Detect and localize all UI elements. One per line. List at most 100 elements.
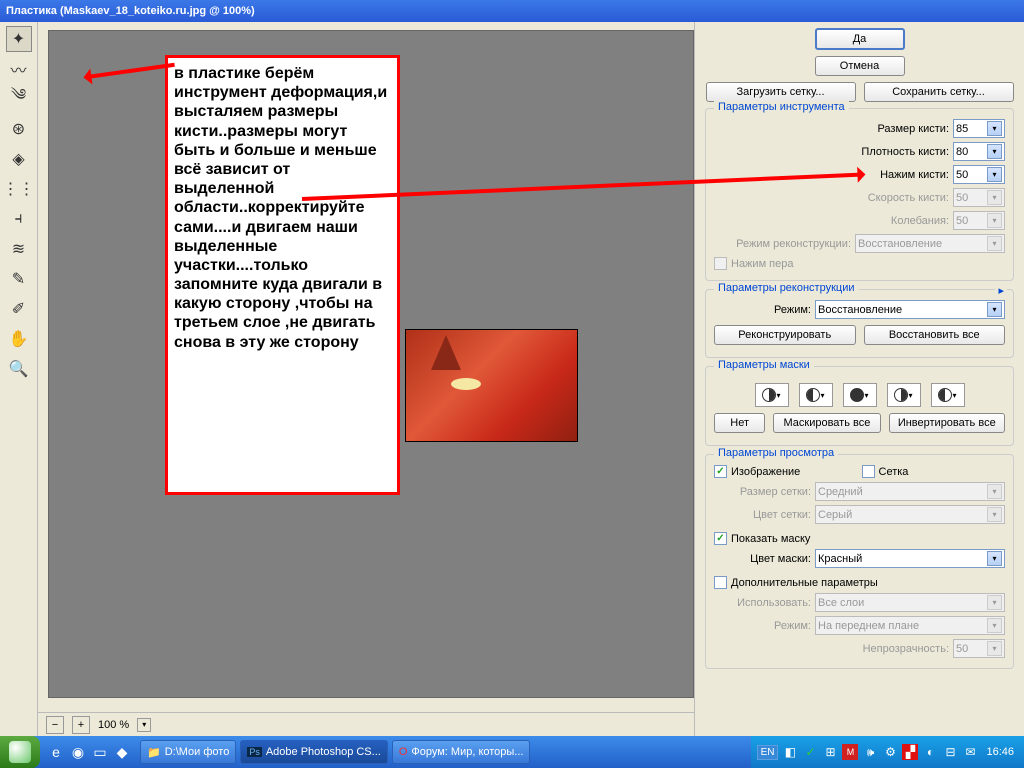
system-tray: EN ◧ ✓ ⊞ M 🕪 ⚙ ▞ ◐ ⊟ ✉ 16:46 [751, 736, 1024, 768]
tray-icon-6[interactable]: ◐ [922, 744, 938, 760]
start-button[interactable] [0, 736, 40, 768]
brush-size-combo[interactable]: 85▾ [953, 119, 1005, 138]
zoom-bar: − + 100 % ▾ [38, 712, 694, 736]
brush-density-combo[interactable]: 80▾ [953, 142, 1005, 161]
freeze-mask-tool[interactable]: ✎ [6, 266, 32, 292]
save-mesh-button[interactable]: Сохранить сетку... [864, 82, 1014, 102]
mask-none-button[interactable]: Нет [714, 413, 765, 433]
mask-color-combo[interactable]: Красный▾ [815, 549, 1005, 568]
mirror-tool[interactable]: ⫞ [6, 206, 32, 232]
additional-check[interactable] [714, 576, 727, 589]
annotation-text: в пластике берём инструмент деформация,и… [174, 64, 391, 352]
tray-icon-5[interactable]: ⚙ [882, 744, 898, 760]
zoom-tool[interactable]: 🔍 [6, 356, 32, 382]
app-icon[interactable]: ◆ [112, 740, 132, 764]
tray-icon-avira[interactable]: ▞ [902, 744, 918, 760]
brush-rate-label: Скорость кисти: [714, 192, 949, 204]
media-icon[interactable]: ◉ [68, 740, 88, 764]
zoom-value: 100 % [98, 719, 129, 731]
titlebar: Пластика (Maskaev_18_koteiko.ru.jpg @ 10… [0, 0, 1024, 22]
additional-label: Дополнительные параметры [731, 577, 1005, 589]
tool-options-group: Параметры инструмента Размер кисти:85▾ П… [705, 108, 1014, 281]
pen-pressure-label: Нажим пера [731, 258, 1005, 270]
tray-icon-m[interactable]: M [842, 744, 858, 760]
mask-all-button[interactable]: Маскировать все [773, 413, 880, 433]
forward-warp-tool[interactable]: ✦ [6, 26, 32, 52]
brush-density-label: Плотность кисти: [714, 146, 949, 158]
opera-icon: O [399, 746, 408, 758]
mesh-color-combo: Серый▾ [815, 505, 1005, 524]
zoom-in-icon[interactable]: + [72, 716, 90, 734]
tray-icon-2[interactable]: ✓ [802, 744, 818, 760]
arrow-to-tool [85, 63, 175, 79]
recon-mode2-combo[interactable]: Восстановление▾ [815, 300, 1005, 319]
mask-subtract-icon[interactable]: ▾ [843, 383, 877, 407]
task-photoshop[interactable]: PsAdobe Photoshop CS... [240, 740, 387, 764]
hand-tool[interactable]: ✋ [6, 326, 32, 352]
pen-pressure-check [714, 257, 727, 270]
tray-icon-1[interactable]: ◧ [782, 744, 798, 760]
tray-icon-3[interactable]: ⊞ [822, 744, 838, 760]
recon-play-icon[interactable]: ▸ [995, 284, 1007, 297]
use-label: Использовать: [714, 597, 811, 609]
show-mesh-check[interactable] [862, 465, 875, 478]
language-indicator[interactable]: EN [757, 745, 779, 760]
ps-icon: Ps [247, 747, 262, 757]
options-panel: Да Отмена Загрузить сетку... Сохранить с… [694, 22, 1024, 736]
window-title: Пластика (Maskaev_18_koteiko.ru.jpg @ 10… [6, 5, 255, 17]
brush-pressure-combo[interactable]: 50▾ [953, 165, 1005, 184]
show-mesh-label: Сетка [879, 466, 1006, 478]
twirl-tool[interactable]: ༄ [6, 86, 32, 112]
mesh-size-combo: Средний▾ [815, 482, 1005, 501]
mode2-label: Режим: [714, 620, 811, 632]
mesh-color-label: Цвет сетки: [714, 509, 811, 521]
load-mesh-button[interactable]: Загрузить сетку... [706, 82, 856, 102]
show-image-check[interactable]: ✓ [714, 465, 727, 478]
opacity-combo: 50▾ [953, 639, 1005, 658]
zoom-dropdown-icon[interactable]: ▾ [137, 718, 151, 732]
canvas[interactable]: в пластике берём инструмент деформация,и… [48, 30, 694, 698]
mask-intersect-icon[interactable]: ▾ [887, 383, 921, 407]
mask-invert-icon[interactable]: ▾ [931, 383, 965, 407]
clock[interactable]: 16:46 [982, 746, 1018, 758]
reconstruct-button[interactable]: Реконструировать [714, 325, 856, 345]
task-explorer[interactable]: 📁D:\Мои фото [140, 740, 236, 764]
task-browser[interactable]: OФорум: Мир, которы... [392, 740, 531, 764]
mask-add-icon[interactable]: ▾ [799, 383, 833, 407]
main-area: ✦ 〰 ༄ ⊛ ◈ ⋮⋮ ⫞ ≋ ✎ ✐ ✋ 🔍 в пластике берё… [0, 22, 1024, 736]
turbulence-combo: 50▾ [953, 211, 1005, 230]
zoom-out-icon[interactable]: − [46, 716, 64, 734]
mask-replace-icon[interactable]: ▾ [755, 383, 789, 407]
show-mask-check[interactable]: ✓ [714, 532, 727, 545]
recon-mode-label: Режим реконструкции: [714, 238, 851, 250]
view-options-title: Параметры просмотра [714, 447, 838, 459]
tool-column: ✦ 〰 ༄ ⊛ ◈ ⋮⋮ ⫞ ≋ ✎ ✐ ✋ 🔍 [0, 22, 38, 736]
taskbar: e ◉ ▭ ◆ 📁D:\Мои фото PsAdobe Photoshop C… [0, 736, 1024, 768]
use-combo: Все слои▾ [815, 593, 1005, 612]
ok-button[interactable]: Да [815, 28, 905, 50]
mask-color-label: Цвет маски: [714, 553, 811, 565]
desktop-icon[interactable]: ▭ [90, 740, 110, 764]
bloat-tool[interactable]: ◈ [6, 146, 32, 172]
push-left-tool[interactable]: ⋮⋮ [6, 176, 32, 202]
canvas-zone: в пластике берём инструмент деформация,и… [38, 22, 694, 736]
recon-mode2-label: Режим: [714, 304, 811, 316]
pucker-tool[interactable]: ⊛ [6, 116, 32, 142]
mask-invert-button[interactable]: Инвертировать все [889, 413, 1005, 433]
quick-launch: e ◉ ▭ ◆ [40, 740, 138, 764]
mesh-size-label: Размер сетки: [714, 486, 811, 498]
cancel-button[interactable]: Отмена [815, 56, 905, 76]
annotation-box: в пластике берём инструмент деформация,и… [165, 55, 400, 495]
document-image [405, 329, 578, 442]
restore-all-button[interactable]: Восстановить все [864, 325, 1006, 345]
tray-icon-4[interactable]: 🕪 [862, 744, 878, 760]
turbulence-tool[interactable]: ≋ [6, 236, 32, 262]
show-mask-label: Показать маску [731, 533, 1005, 545]
tray-icon-8[interactable]: ✉ [962, 744, 978, 760]
thaw-mask-tool[interactable]: ✐ [6, 296, 32, 322]
ie-icon[interactable]: e [46, 740, 66, 764]
tray-icon-7[interactable]: ⊟ [942, 744, 958, 760]
brush-size-label: Размер кисти: [714, 123, 949, 135]
view-options-group: Параметры просмотра ✓Изображение Сетка Р… [705, 454, 1014, 669]
turbulence-label: Колебания: [714, 215, 949, 227]
